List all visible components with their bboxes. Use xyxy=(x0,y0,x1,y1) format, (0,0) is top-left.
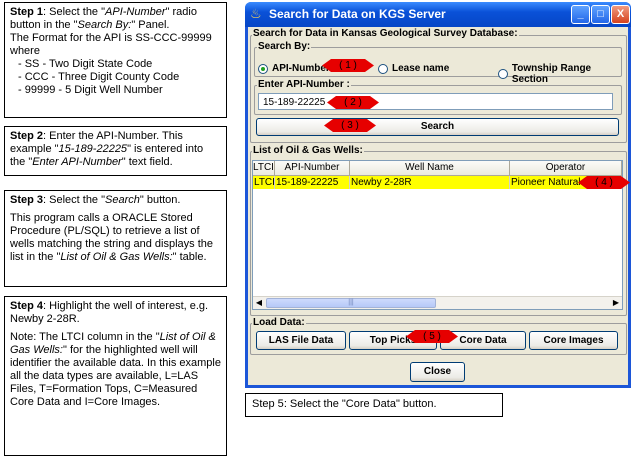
step-1-italic-a: API-Number xyxy=(105,6,166,18)
step-1-item: - 99999 - 5 Digit Well Number xyxy=(18,84,163,96)
scroll-right-icon[interactable]: ▶ xyxy=(610,297,622,309)
column-header-well-name[interactable]: Well Name xyxy=(350,161,510,176)
step-3-box: Step 3: Select the "Search" button. This… xyxy=(4,190,227,287)
callout-marker-3: ( 3 ) xyxy=(324,119,376,132)
java-cup-icon: ♨ xyxy=(250,6,262,21)
cell-ltci: LTCI xyxy=(254,176,275,189)
callout-marker-5: ( 5 ) xyxy=(406,330,458,343)
callout-marker-2: ( 2 ) xyxy=(327,96,379,109)
callout-label-2: ( 2 ) xyxy=(344,97,362,108)
title-bar[interactable]: ♨ Search for Data on KGS Server _ □ X xyxy=(245,2,631,27)
callout-marker-1: ( 1 ) xyxy=(322,59,374,72)
step-4-para: Note: The LTCI column in the " xyxy=(10,331,160,343)
step-1-list: - SS - Two Digit State Code - CCC - Thre… xyxy=(10,58,221,97)
search-button[interactable]: Search xyxy=(256,118,619,136)
step-3-italic-b: List of Oil & Gas Wells: xyxy=(60,251,173,263)
radio-indicator xyxy=(498,69,508,79)
api-number-input[interactable]: 15-189-22225 xyxy=(258,93,613,110)
step-1-format: The Format for the API is SS-CCC-99999 w… xyxy=(10,32,212,57)
step-1-text: : Select the " xyxy=(43,6,106,18)
callout-label-4: ( 4 ) xyxy=(595,177,613,188)
wells-list-title: List of Oil & Gas Wells: xyxy=(252,145,364,156)
step-5-box: Step 5: Select the "Core Data" button. xyxy=(245,393,503,417)
callout-label-5: ( 5 ) xyxy=(423,331,441,342)
step-2-label: Step 2 xyxy=(10,130,44,142)
step-2-text-c: " text field. xyxy=(121,156,173,168)
enter-api-title: Enter API-Number : xyxy=(257,79,351,90)
step-3-label: Step 3 xyxy=(10,194,44,206)
core-images-button[interactable]: Core Images xyxy=(529,331,618,350)
radio-indicator xyxy=(378,63,388,74)
step-5-label: Step 5 xyxy=(252,398,284,410)
radio-township-range-section[interactable]: Township Range Section xyxy=(498,63,628,85)
cell-well-name: Newby 2-28R xyxy=(350,176,510,189)
column-header-operator[interactable]: Operator xyxy=(510,161,622,176)
column-header-api-number[interactable]: API-Number xyxy=(275,161,350,176)
callout-label-3: ( 3 ) xyxy=(341,120,359,131)
close-window-button[interactable]: X xyxy=(611,5,630,24)
cell-api-number: 15-189-22225 xyxy=(275,176,350,189)
step-2-italic-b: Enter API-Number xyxy=(32,156,122,168)
radio-township-label: Township Range Section xyxy=(511,63,592,85)
step-1-label: Step 1 xyxy=(10,6,44,18)
callout-marker-4: ( 4 ) xyxy=(578,176,630,189)
wells-table: LTCI API-Number Well Name Operator LTCI … xyxy=(252,160,623,310)
callout-label-1: ( 1 ) xyxy=(339,60,357,71)
table-row-selected[interactable]: LTCI 15-189-22225 Newby 2-28R Pioneer Na… xyxy=(253,176,622,189)
window-title: Search for Data on KGS Server xyxy=(269,7,446,21)
horizontal-scrollbar[interactable]: ◀ ||| ▶ xyxy=(253,296,622,309)
search-group-title: Search for Data in Kansas Geological Sur… xyxy=(252,28,519,39)
step-4-box: Step 4: Highlight the well of interest, … xyxy=(4,296,227,456)
step-1-italic-b: Search By: xyxy=(77,19,132,31)
scroll-thumb[interactable]: ||| xyxy=(266,298,436,308)
step-1-item: - SS - Two Digit State Code xyxy=(18,58,153,70)
step-2-box: Step 2: Enter the API-Number. This examp… xyxy=(4,126,227,176)
scroll-left-icon[interactable]: ◀ xyxy=(253,297,265,309)
step-4-label: Step 4 xyxy=(10,300,44,312)
step-5-italic: "Core Data" button. xyxy=(341,398,437,410)
minimize-button[interactable]: _ xyxy=(571,5,590,24)
radio-selected-indicator xyxy=(258,63,268,74)
step-1-text-c: " Panel. xyxy=(131,19,170,31)
step-5-text: : Select the xyxy=(283,398,342,410)
search-by-title: Search By: xyxy=(257,41,312,52)
step-3-para-end: " table. xyxy=(172,251,207,263)
radio-lease-name[interactable]: Lease name xyxy=(378,63,449,74)
load-data-title: Load Data: xyxy=(252,317,306,328)
step-1-item: - CCC - Three Digit County Code xyxy=(18,71,180,83)
step-3-italic-a: Search xyxy=(105,194,140,206)
step-1-box: Step 1: Select the "API-Number" radio bu… xyxy=(4,2,227,118)
close-button[interactable]: Close xyxy=(410,362,465,382)
step-3-text: : Select the " xyxy=(43,194,106,206)
radio-lease-label: Lease name xyxy=(392,63,450,74)
las-file-data-button[interactable]: LAS File Data xyxy=(256,331,346,350)
table-header: LTCI API-Number Well Name Operator xyxy=(253,161,622,176)
column-header-ltci[interactable]: LTCI xyxy=(253,161,275,176)
step-2-italic-a: 15-189-22225 xyxy=(58,143,128,155)
maximize-button[interactable]: □ xyxy=(591,5,610,24)
radio-api-number[interactable]: API-Number xyxy=(258,63,330,74)
step-3-text-b: " button. xyxy=(139,194,181,206)
